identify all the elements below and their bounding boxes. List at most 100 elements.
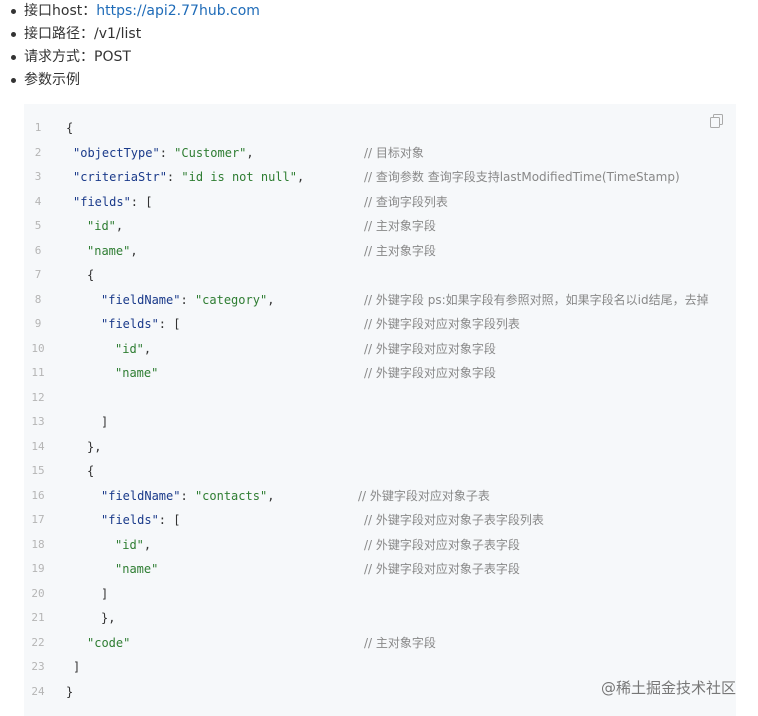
json-punctuation: :	[180, 488, 195, 503]
code-source: "objectType": "Customer",	[73, 142, 254, 164]
code-source: {	[87, 264, 94, 286]
json-punctuation: :	[159, 145, 175, 160]
json-punctuation: ]	[73, 660, 81, 674]
code-comment: // 主对象字段	[364, 635, 436, 650]
code-source: },	[87, 436, 101, 458]
code-source: {	[87, 460, 94, 482]
json-punctuation: ,	[246, 145, 254, 160]
json-punctuation: : [	[130, 194, 153, 209]
line-number: 12	[31, 390, 45, 404]
code-comment: // 查询字段列表	[364, 194, 448, 209]
json-punctuation: {	[87, 464, 95, 478]
info-example: 参数示例	[10, 69, 260, 92]
code-line: 16 "fieldName": "contacts", // 外键字段对应对象子表	[24, 485, 736, 507]
code-line: 15 {	[24, 460, 736, 482]
code-comment: // 外键字段对应对象子表字段	[364, 537, 520, 552]
code-line: 3 "criteriaStr": "id is not null", // 查询参数…	[24, 166, 736, 188]
info-path: 接口路径：/v1/list	[10, 23, 260, 46]
host-label: 接口host：	[24, 3, 97, 19]
line-number: 17	[31, 513, 45, 526]
bullet	[11, 9, 16, 14]
code-source: ]	[101, 583, 108, 605]
code-source: "id",	[115, 534, 151, 556]
code-comment: // 外键字段对应对象字段	[364, 366, 496, 380]
line-number: 24	[31, 684, 45, 698]
code-line: 21},	[24, 607, 736, 629]
json-punctuation: :	[166, 170, 182, 184]
line-number: 13	[31, 415, 45, 428]
code-source: "name"	[115, 362, 158, 384]
code-comment: // 外键字段对应对象字段列表	[364, 317, 520, 331]
json-string: "name"	[115, 366, 159, 380]
json-key: "fields"	[101, 513, 159, 527]
code-source: }	[66, 681, 73, 703]
code-line: 8 "fieldName": "category", // 外键字段 ps:如果字段…	[24, 289, 736, 311]
code-line: 2 "objectType": "Customer", // 目标对象	[24, 142, 736, 164]
code-line: 18 "id", // 外键字段对应对象子表字段	[24, 534, 736, 556]
code-comment: // 查询参数 查询字段支持lastModifiedTime(TimeStamp…	[364, 170, 680, 184]
json-punctuation: : [	[158, 513, 181, 527]
json-punctuation: {	[87, 268, 95, 282]
line-number: 15	[31, 464, 45, 477]
code-block[interactable]: 1{2 "objectType": "Customer",// 目标对象 3 "cri…	[24, 104, 736, 716]
code-comment: // 外键字段 ps:如果字段有参照对照，如果字段名以id结尾，去掉	[364, 292, 709, 307]
code-source: "criteriaStr": "id is not null",	[73, 166, 304, 188]
bullet	[11, 32, 16, 37]
code-source: "name",	[87, 240, 138, 262]
host-link[interactable]: https://api2.77hub.com	[96, 3, 260, 19]
line-number: 8	[34, 292, 42, 306]
code-comment: // 目标对象	[364, 145, 424, 160]
line-number: 22	[31, 635, 45, 649]
json-punctuation: ,	[267, 292, 275, 307]
line-number: 11	[31, 366, 45, 379]
code-line: 4 "fields": [// 查询字段列表	[24, 191, 736, 213]
code-source: "code"	[87, 632, 130, 654]
line-number: 20	[31, 586, 45, 600]
code-source: "fields": [	[101, 509, 180, 531]
code-comment: // 外键字段对应对象字段	[364, 341, 496, 356]
code-comment: // 外键字段对应对象子表字段列表	[364, 513, 544, 527]
json-key: "fields"	[73, 194, 131, 209]
code-source: ]	[73, 656, 80, 678]
json-string: "category"	[194, 292, 268, 307]
json-punctuation: :	[180, 292, 195, 307]
json-punctuation: },	[101, 611, 116, 625]
method-label: 请求方式：	[24, 49, 94, 65]
json-punctuation: ]	[101, 586, 109, 601]
code-line: 23]	[24, 656, 736, 678]
json-key: "fields"	[101, 317, 159, 331]
code-line: 17 "fields": [ // 外键字段对应对象子表字段列表	[24, 509, 736, 531]
code-line: 7{	[24, 264, 736, 286]
code-source: "fieldName": "contacts",	[101, 485, 274, 507]
code-line: 22 "code" // 主对象字段	[24, 632, 736, 654]
code-line: 11 "name" // 外键字段对应对象字段	[24, 362, 736, 384]
code-line: 19 "name" // 外键字段对应对象子表字段	[24, 558, 736, 580]
json-key: "fieldName"	[101, 488, 181, 503]
code-source: "fields": [	[73, 191, 152, 213]
example-label: 参数示例	[24, 72, 80, 88]
code-comment: // 主对象字段	[364, 219, 436, 233]
json-punctuation: ,	[296, 170, 305, 184]
json-string: "id"	[115, 537, 144, 552]
json-punctuation: ,	[267, 488, 275, 503]
json-string: "id"	[87, 219, 116, 233]
json-punctuation: },	[87, 439, 102, 454]
code-line: 12	[24, 387, 736, 409]
line-number: 2	[34, 145, 42, 159]
request-info-list: 接口host：https://api2.77hub.com 接口路径：/v1/l…	[10, 0, 260, 92]
json-key: "criteriaStr"	[73, 170, 167, 184]
json-key: "objectType"	[73, 145, 160, 160]
watermark: @稀土掘金技术社区	[600, 679, 736, 697]
line-number: 21	[31, 611, 45, 624]
json-punctuation: : [	[158, 317, 181, 331]
json-string: "code"	[87, 635, 131, 650]
json-string: "Customer"	[174, 145, 247, 160]
line-number: 5	[34, 219, 42, 232]
code-line: 10 "id", // 外键字段对应对象字段	[24, 338, 736, 360]
code-line: 13]	[24, 411, 736, 433]
json-punctuation: ,	[143, 537, 152, 552]
json-key: "fieldName"	[101, 292, 181, 307]
method-value: POST	[94, 49, 131, 65]
json-string: "id is not null"	[181, 170, 297, 184]
path-label: 接口路径：	[24, 26, 94, 42]
